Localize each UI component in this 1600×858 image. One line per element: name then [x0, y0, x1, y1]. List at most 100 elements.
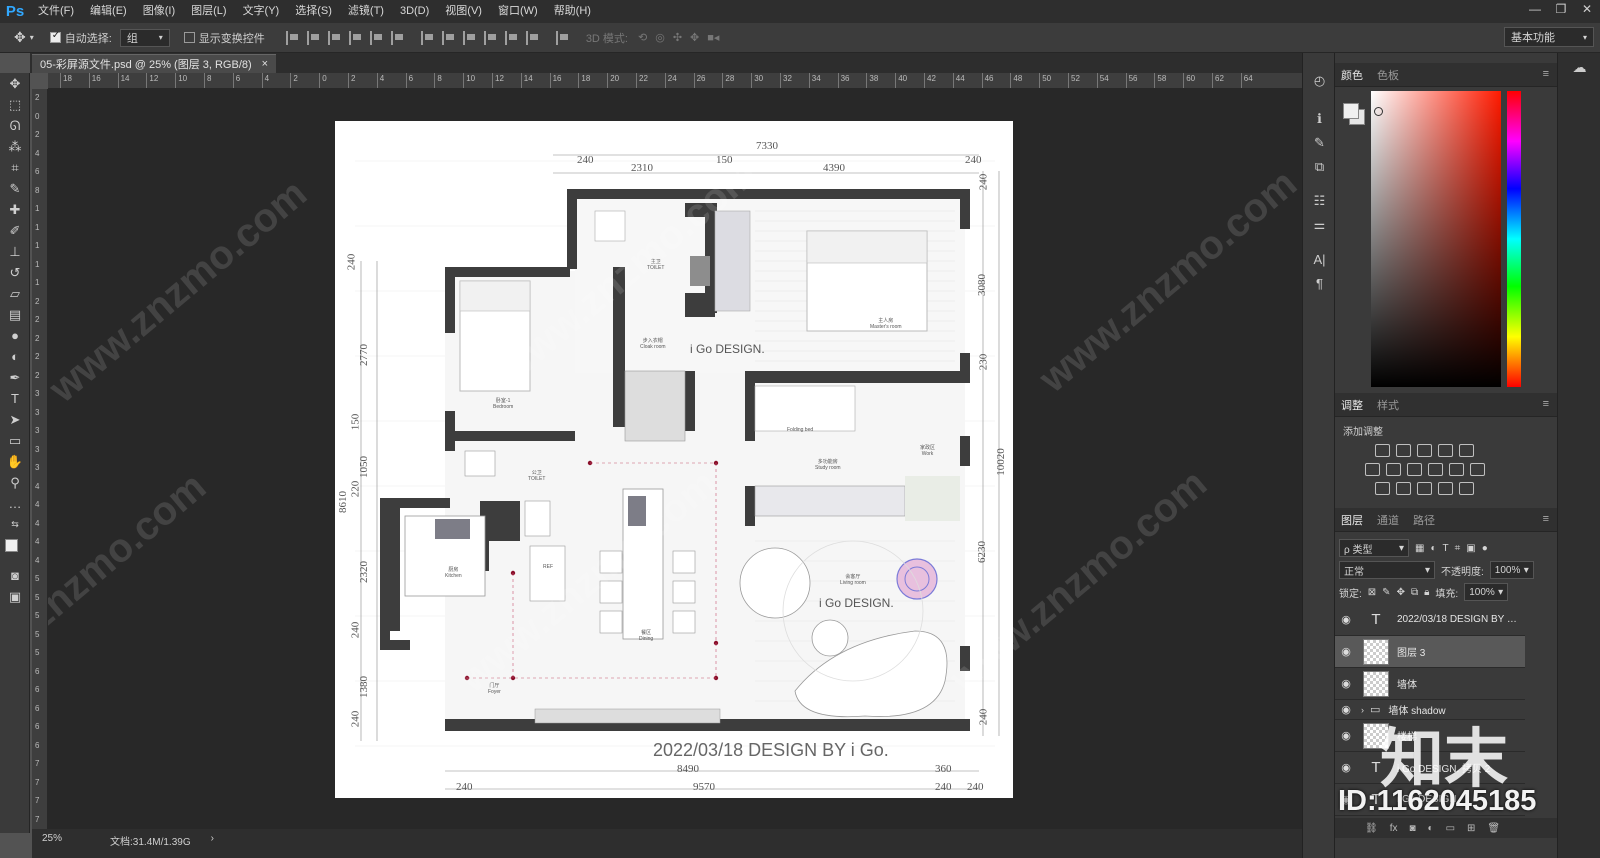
tab-channels[interactable]: 通道 — [1377, 512, 1399, 528]
photo-filter-icon[interactable] — [1428, 463, 1443, 476]
quick-mask-icon[interactable]: ◙ — [0, 565, 30, 586]
threshold-icon[interactable] — [1417, 482, 1432, 495]
eraser-tool-icon[interactable]: ▱ — [0, 283, 30, 304]
gradient-tool-icon[interactable]: ▤ — [0, 304, 30, 325]
auto-align-icon[interactable] — [555, 30, 570, 45]
filter-shape-icon[interactable]: ⌗ — [1455, 543, 1461, 554]
layer-row[interactable]: ◉ T 2022/03/18 DESIGN BY i ... — [1335, 604, 1525, 636]
dodge-tool-icon[interactable]: ◐ — [0, 346, 30, 367]
rotate-3d-icon[interactable]: ⟲ — [638, 31, 647, 44]
adjustment-layer-icon[interactable]: ◐ — [1428, 823, 1434, 834]
chevron-right-icon[interactable]: › — [1361, 705, 1364, 715]
fill-input[interactable]: 100% ▾ — [1464, 583, 1509, 601]
align-left-icon[interactable] — [348, 30, 363, 45]
menu-item[interactable]: 文件(F) — [30, 0, 82, 23]
tab-color[interactable]: 颜色 — [1341, 67, 1363, 83]
brightness-icon[interactable] — [1375, 444, 1390, 457]
auto-select-toggle[interactable]: 自动选择: — [49, 30, 112, 46]
menu-item[interactable]: 选择(S) — [287, 0, 340, 23]
hue-saturation-icon[interactable] — [1365, 463, 1380, 476]
menu-item[interactable]: 窗口(W) — [490, 0, 546, 23]
eye-icon[interactable]: ◉ — [1335, 761, 1357, 774]
path-selection-tool-icon[interactable]: ➤ — [0, 409, 30, 430]
healing-brush-tool-icon[interactable]: ✚ — [0, 199, 30, 220]
invert-icon[interactable] — [1375, 482, 1390, 495]
lasso-tool-icon[interactable]: ᘏ — [0, 115, 30, 136]
posterize-icon[interactable] — [1396, 482, 1411, 495]
slide-3d-icon[interactable]: ✥ — [690, 31, 699, 44]
layer-filter-select[interactable]: ρ 类型 ▾ — [1339, 539, 1409, 557]
menu-item[interactable]: 3D(D) — [392, 0, 437, 23]
blend-mode-select[interactable]: 正常 ▾ — [1339, 561, 1435, 579]
zoom-tool-icon[interactable]: ⚲ — [0, 472, 30, 493]
clone-stamp-tool-icon[interactable]: ⊥ — [0, 241, 30, 262]
layer-row[interactable]: ◉ 墙体 — [1335, 668, 1525, 700]
history-icon[interactable]: ◴ — [1303, 69, 1336, 93]
move-tool-preset[interactable]: ✥ ▾ — [14, 29, 34, 46]
eyedropper-tool-icon[interactable]: ✎ — [0, 178, 30, 199]
layer-row[interactable]: ◉ 图层 3 — [1335, 636, 1525, 668]
hue-slider[interactable] — [1507, 91, 1521, 387]
auto-select-checkbox[interactable] — [49, 30, 61, 43]
filter-toggle-icon[interactable]: ● — [1482, 543, 1488, 554]
foreground-color-swatch[interactable] — [1343, 103, 1359, 119]
curves-icon[interactable] — [1417, 444, 1432, 457]
menu-item[interactable]: 视图(V) — [437, 0, 490, 23]
color-picker-marker[interactable] — [1374, 107, 1383, 116]
more-tools-icon[interactable]: … — [0, 493, 30, 514]
brush-preset-icon[interactable]: ✎ — [1303, 131, 1336, 155]
menu-item[interactable]: 编辑(E) — [82, 0, 135, 23]
show-transform-toggle[interactable]: 显示变换控件 — [183, 30, 265, 46]
menu-item[interactable]: 滤镜(T) — [340, 0, 392, 23]
delete-layer-icon[interactable]: 🗑︎ — [1487, 823, 1500, 834]
eye-icon[interactable]: ◉ — [1335, 613, 1357, 626]
pen-tool-icon[interactable]: ✒ — [0, 367, 30, 388]
eye-icon[interactable]: ◉ — [1335, 677, 1357, 690]
paragraph-icon[interactable]: ¶ — [1303, 271, 1336, 295]
tab-layers[interactable]: 图层 — [1341, 512, 1363, 528]
hand-tool-icon[interactable]: ✋ — [0, 451, 30, 472]
distribute-right-icon[interactable] — [525, 30, 540, 45]
levels-icon[interactable] — [1396, 444, 1411, 457]
tab-adjustments[interactable]: 调整 — [1341, 397, 1363, 413]
screen-mode-icon[interactable]: ▣ — [0, 586, 30, 607]
opacity-input[interactable]: 100% ▾ — [1489, 561, 1534, 579]
document-canvas[interactable]: 7330 240 2310 150 4390 240 8490 360 240 … — [335, 121, 1013, 798]
distribute-hcenter-icon[interactable] — [504, 30, 519, 45]
creative-cloud-icon[interactable]: ☁ — [1558, 53, 1600, 81]
channel-mixer-icon[interactable] — [1449, 463, 1464, 476]
menu-item[interactable]: 文字(Y) — [235, 0, 288, 23]
lock-all-icon[interactable]: 🔒︎ — [1424, 587, 1429, 598]
rectangle-tool-icon[interactable]: ▭ — [0, 430, 30, 451]
magic-wand-tool-icon[interactable]: ⁂ — [0, 136, 30, 157]
align-hcenter-icon[interactable] — [369, 30, 384, 45]
filter-smart-icon[interactable]: ▣ — [1466, 543, 1475, 554]
fx-icon[interactable]: fx — [1390, 823, 1398, 834]
properties-icon[interactable]: ☷ — [1303, 189, 1336, 213]
filter-adjust-icon[interactable]: ◐ — [1430, 543, 1436, 554]
tab-styles[interactable]: 样式 — [1377, 397, 1399, 413]
filter-type-icon[interactable]: T — [1443, 543, 1449, 554]
roll-3d-icon[interactable]: ◎ — [655, 31, 665, 44]
lock-image-icon[interactable]: ✎ — [1382, 587, 1390, 598]
filter-pixel-icon[interactable]: ▦ — [1415, 543, 1424, 554]
type-tool-icon[interactable]: T — [0, 388, 30, 409]
align-bottom-icon[interactable] — [327, 30, 342, 45]
show-transform-checkbox[interactable] — [183, 32, 195, 43]
info-icon[interactable]: ℹ — [1303, 107, 1336, 131]
blur-tool-icon[interactable]: ● — [0, 325, 30, 346]
gradient-map-icon[interactable] — [1459, 482, 1474, 495]
panel-menu-icon[interactable]: ≡ — [1543, 513, 1549, 525]
restore-button[interactable]: ❐ — [1548, 0, 1574, 18]
vibrance-icon[interactable] — [1459, 444, 1474, 457]
link-layers-icon[interactable]: ⛓ — [1365, 823, 1378, 834]
character-icon[interactable]: A| — [1303, 247, 1336, 271]
close-tab-icon[interactable]: × — [262, 58, 268, 70]
document-tab[interactable]: 05-彩屏源文件.psd @ 25% (图层 3, RGB/8) × — [32, 54, 277, 73]
menu-item[interactable]: 帮助(H) — [546, 0, 599, 23]
menu-item[interactable]: 图像(I) — [135, 0, 183, 23]
auto-select-target-select[interactable]: 组 ▾ — [119, 28, 170, 47]
lock-artboard-icon[interactable]: ⧉ — [1411, 587, 1418, 598]
distribute-top-icon[interactable] — [420, 30, 435, 45]
zoom-level[interactable]: 25% — [42, 833, 62, 844]
